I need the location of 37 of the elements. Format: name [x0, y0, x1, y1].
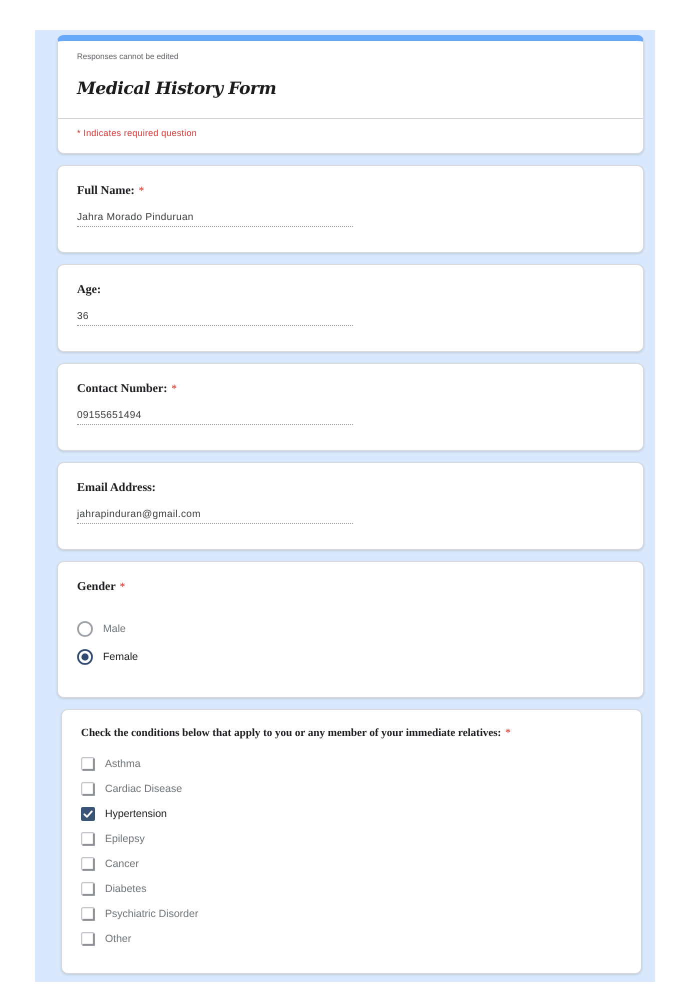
radio-option[interactable]: Male: [77, 621, 126, 637]
radio-option[interactable]: Female: [77, 649, 138, 665]
question-label: Contact Number:: [77, 381, 168, 395]
text-input-field[interactable]: Jahra Morado Pinduruan: [77, 211, 353, 227]
checkbox-icon[interactable]: [81, 782, 95, 796]
notice-text: Responses cannot be edited: [77, 52, 180, 62]
checkbox-option[interactable]: Psychiatric Disorder: [81, 907, 198, 921]
checkbox-icon[interactable]: [81, 832, 95, 846]
required-note: * Indicates required question: [77, 127, 198, 139]
checkbox-option[interactable]: Other: [81, 932, 132, 946]
radio-icon[interactable]: [77, 621, 93, 637]
required-mark: *: [138, 185, 144, 198]
question-label: Gender: [77, 579, 116, 593]
question-label: Full Name:: [77, 183, 135, 197]
form-title: Medical History Form: [77, 78, 278, 101]
checkbox-icon[interactable]: [81, 757, 95, 771]
required-mark: *: [171, 383, 177, 396]
checkbox-option[interactable]: Cardiac Disease: [81, 782, 182, 796]
text-input-field[interactable]: jahrapinduran@gmail.com: [77, 508, 353, 524]
question-label: Age:: [77, 282, 101, 296]
question-label: Email Address:: [77, 480, 156, 494]
checkbox-option[interactable]: Cancer: [81, 857, 139, 871]
checkbox-option[interactable]: Epilepsy: [81, 832, 145, 846]
checkbox-icon[interactable]: [81, 857, 95, 871]
required-mark: *: [505, 727, 511, 740]
checkbox-option[interactable]: Asthma: [81, 757, 141, 771]
required-mark: *: [120, 581, 126, 594]
checkbox-icon[interactable]: [81, 932, 95, 946]
radio-icon[interactable]: [77, 649, 93, 665]
text-input-field[interactable]: 36: [77, 310, 353, 326]
checkbox-icon[interactable]: [81, 907, 95, 921]
question-label: Check the conditions below that apply to you or any member of your immediate relatives:: [81, 727, 502, 740]
text-input-field[interactable]: 09155651494: [77, 409, 353, 425]
checkbox-option[interactable]: Diabetes: [81, 882, 146, 896]
checkbox-icon[interactable]: [81, 807, 95, 821]
checkbox-icon[interactable]: [81, 882, 95, 896]
checkbox-option[interactable]: Hypertension: [81, 807, 167, 821]
